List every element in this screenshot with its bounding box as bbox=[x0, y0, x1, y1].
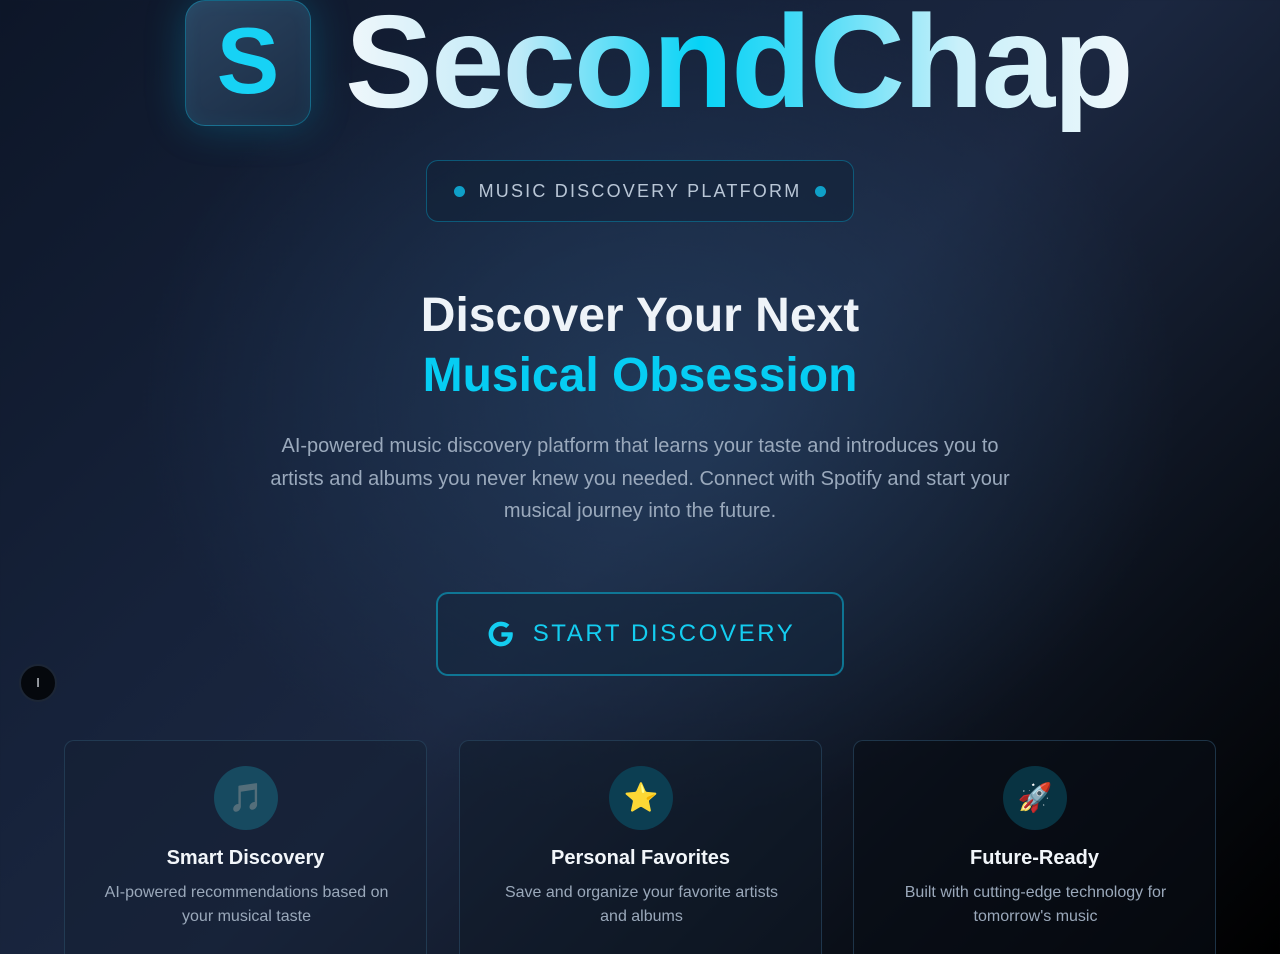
badge-dot-left-icon bbox=[453, 185, 465, 197]
badge-dot-right-icon bbox=[815, 185, 827, 197]
feature-card-smart-discovery: 🎵 Smart Discovery AI-powered recommendat… bbox=[64, 740, 427, 954]
logo-tile: S bbox=[185, 0, 311, 126]
start-discovery-label: START DISCOVERY bbox=[532, 620, 796, 647]
feature-title: Personal Favorites bbox=[551, 847, 730, 869]
hero-title-line2: Musical Obsession bbox=[422, 349, 858, 402]
feature-title: Future-Ready bbox=[970, 847, 1099, 869]
feature-title: Smart Discovery bbox=[166, 847, 325, 869]
feature-card-personal-favorites: ⭐ Personal Favorites Save and organize y… bbox=[459, 740, 822, 954]
star-icon: ⭐ bbox=[609, 766, 673, 830]
google-g-icon bbox=[488, 621, 513, 647]
badge-label: MUSIC DISCOVERY PLATFORM bbox=[478, 180, 802, 201]
floating-button-label: I bbox=[36, 676, 40, 690]
s-logo-icon: S bbox=[216, 8, 280, 113]
floating-action-button[interactable]: I bbox=[19, 664, 57, 702]
feature-description: AI-powered recommendations based on your… bbox=[104, 884, 389, 925]
start-discovery-button[interactable]: START DISCOVERY bbox=[436, 592, 844, 676]
feature-description: Built with cutting-edge technology for t… bbox=[904, 884, 1167, 925]
brand-title: SecondChap bbox=[345, 0, 1134, 132]
hero-description: AI-powered music discovery platform that… bbox=[270, 435, 1010, 522]
rocket-icon: 🚀 bbox=[1003, 766, 1067, 830]
platform-badge: MUSIC DISCOVERY PLATFORM bbox=[426, 160, 854, 222]
hero-title-line1: Discover Your Next bbox=[420, 289, 860, 342]
feature-card-future-ready: 🚀 Future-Ready Built with cutting-edge t… bbox=[853, 740, 1216, 954]
music-note-icon: 🎵 bbox=[214, 766, 278, 830]
feature-description: Save and organize your favorite artists … bbox=[504, 884, 779, 925]
